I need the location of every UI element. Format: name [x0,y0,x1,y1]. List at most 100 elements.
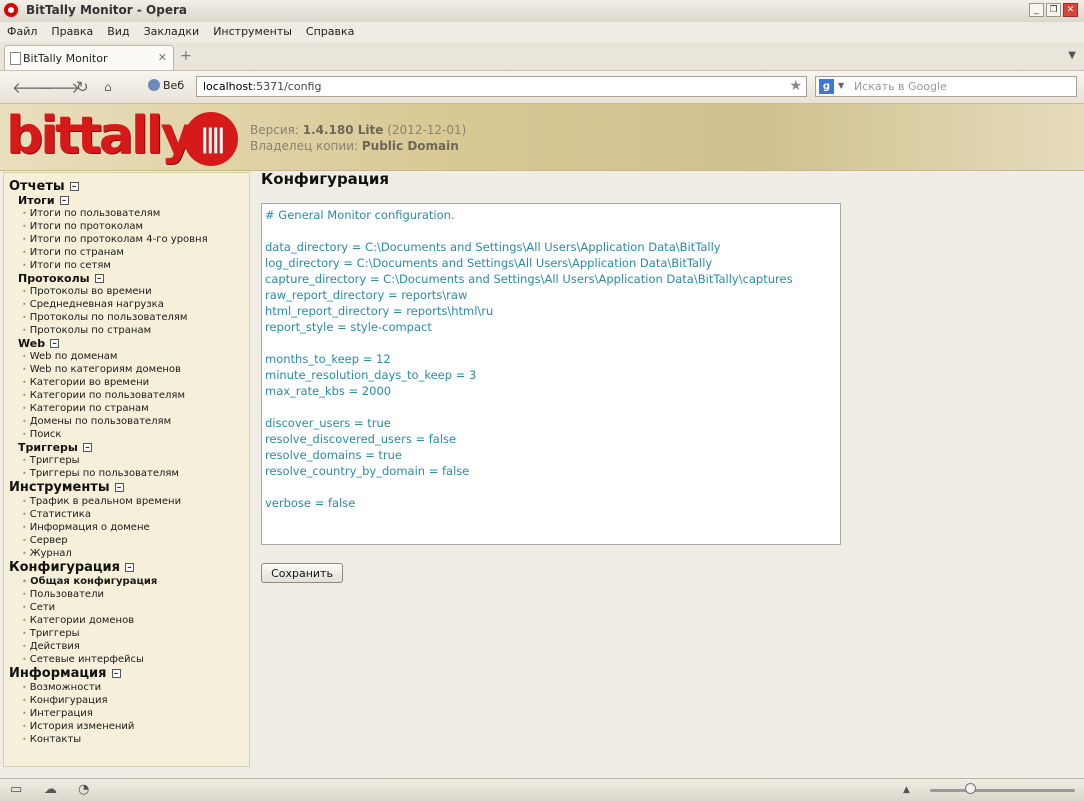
group-label: Триггеры [18,441,78,454]
menu-file[interactable]: Файл [0,22,44,42]
web-label: Веб [163,79,185,92]
version-info: Версия: 1.4.180 Lite (2012-12-01) Владел… [250,122,466,154]
forward-arrow-icon[interactable]: 🡒 [40,78,80,97]
page-icon [10,52,21,65]
sidebar-group-triggers[interactable]: Триггеры – [9,441,249,454]
sidebar-item[interactable]: Сетевые интерфейсы [9,653,249,666]
collapse-icon[interactable]: – [94,274,104,284]
sidebar-item[interactable]: Триггеры по пользователям [9,467,249,480]
sidebar-item[interactable]: Протоколы во времени [9,285,249,298]
version-value: 1.4.180 Lite [302,123,384,137]
turbo-gauge-icon[interactable]: ◔ [78,782,89,797]
sidebar-item[interactable]: Категории по пользователям [9,389,249,402]
collapse-icon[interactable]: – [50,339,60,349]
version-date: (2012-12-01) [387,123,467,137]
close-window-button[interactable]: ✕ [1063,3,1078,17]
sidebar-item[interactable]: Сети [9,601,249,614]
config-textarea[interactable]: # General Monitor configuration. data_di… [261,203,841,545]
panel-toggle-icon[interactable]: ▭ [10,782,22,797]
restore-button[interactable]: ❐ [1046,3,1061,17]
close-tab-icon[interactable]: ✕ [158,51,167,64]
sidebar-section-tools[interactable]: Инструменты – [9,480,249,495]
sidebar-item[interactable]: Итоги по протоколам [9,220,249,233]
home-icon[interactable]: ⌂ [104,80,112,94]
minimize-button[interactable]: _ [1029,3,1044,17]
address-bar[interactable]: localhost:5371/config ★ [196,76,807,97]
reload-icon[interactable]: ↻ [76,78,89,96]
menu-help[interactable]: Справка [299,22,361,42]
sidebar-item[interactable]: Поиск [9,428,249,441]
sidebar-item[interactable]: Триггеры [9,627,249,640]
sidebar-item[interactable]: Web по категориям доменов [9,363,249,376]
section-label: Инструменты [9,480,110,495]
sidebar-item[interactable]: Категории по странам [9,402,249,415]
sidebar-item[interactable]: Трафик в реальном времени [9,495,249,508]
sidebar-item[interactable]: Статистика [9,508,249,521]
sidebar-item[interactable]: История изменений [9,720,249,733]
tab-bittally-monitor[interactable]: BitTally Monitor ✕ [4,45,174,70]
save-button[interactable]: Сохранить [261,563,343,583]
collapse-icon[interactable]: – [124,563,134,573]
sidebar-item[interactable]: Итоги по сетям [9,259,249,272]
sidebar-item[interactable]: Итоги по пользователям [9,207,249,220]
sidebar-item[interactable]: Действия [9,640,249,653]
sidebar-item[interactable]: Категории во времени [9,376,249,389]
sidebar-item[interactable]: Домены по пользователям [9,415,249,428]
menu-view[interactable]: Вид [100,22,136,42]
sidebar-item[interactable]: Сервер [9,534,249,547]
opera-unite-cloud-icon[interactable]: ☁ [44,782,57,797]
sidebar-item-active[interactable]: Общая конфигурация [9,575,249,588]
view-menu-icon[interactable]: ▲ [903,785,910,795]
sidebar-section-config[interactable]: Конфигурация – [9,560,249,575]
sidebar-item[interactable]: Контакты [9,733,249,746]
sidebar-item[interactable]: Триггеры [9,454,249,467]
sidebar-group-protocols[interactable]: Протоколы – [9,272,249,285]
group-label: Итоги [18,194,55,207]
sidebar-item[interactable]: Web по доменам [9,350,249,363]
sidebar-item[interactable]: Категории доменов [9,614,249,627]
group-label: Web [18,337,46,350]
collapse-icon[interactable]: – [82,443,92,453]
menu-edit[interactable]: Правка [44,22,100,42]
sidebar-item[interactable]: Журнал [9,547,249,560]
collapse-icon[interactable]: – [111,669,121,679]
new-tab-icon[interactable]: + [180,48,192,64]
tally-marks-logo-icon: |||| [184,112,238,166]
sidebar-item[interactable]: Протоколы по пользователям [9,311,249,324]
window-titlebar: BitTally Monitor - Opera _ ❐ ✕ [0,0,1084,23]
version-label: Версия: [250,123,299,137]
search-engine-dropdown-icon[interactable]: ▼ [838,81,844,90]
sidebar-section-reports[interactable]: Отчеты – [9,179,249,194]
tab-bar: BitTally Monitor ✕ + ▼ [0,42,1084,71]
sidebar-section-info[interactable]: Информация – [9,666,249,681]
google-icon[interactable]: g [819,79,834,94]
url-path: :5371/config [252,80,322,93]
collapse-icon[interactable]: – [114,483,124,493]
sidebar-group-totals[interactable]: Итоги – [9,194,249,207]
menu-bookmarks[interactable]: Закладки [137,22,207,42]
zoom-slider-track[interactable] [930,789,1075,792]
sidebar-item[interactable]: Конфигурация [9,694,249,707]
collapse-icon[interactable]: – [59,196,69,206]
sidebar-item[interactable]: Пользователи [9,588,249,601]
web-button[interactable]: Веб [148,79,184,92]
sidebar-item[interactable]: Интеграция [9,707,249,720]
owner-value: Public Domain [361,139,459,153]
sidebar-item[interactable]: Информация о домене [9,521,249,534]
sidebar-group-web[interactable]: Web – [9,337,249,350]
sidebar-item[interactable]: Возможности [9,681,249,694]
search-field[interactable]: g ▼ Искать в Google [815,76,1077,97]
sidebar-item[interactable]: Итоги по протоколам 4-го уровня [9,233,249,246]
owner-label: Владелец копии: [250,139,359,153]
zoom-slider-handle[interactable] [965,783,976,794]
sidebar-item[interactable]: Итоги по странам [9,246,249,259]
sidebar-item[interactable]: Среднедневная нагрузка [9,298,249,311]
collapse-icon[interactable]: – [69,182,79,192]
window-title: BitTally Monitor - Opera [26,3,187,17]
tab-menu-chevron-icon[interactable]: ▼ [1068,50,1076,61]
bookmark-star-icon[interactable]: ★ [789,78,802,94]
menu-tools[interactable]: Инструменты [206,22,299,42]
tab-label: BitTally Monitor [23,52,108,65]
sidebar: Отчеты– Итоги– Итоги по пользователям Ит… [3,172,250,767]
sidebar-item[interactable]: Протоколы по странам [9,324,249,337]
